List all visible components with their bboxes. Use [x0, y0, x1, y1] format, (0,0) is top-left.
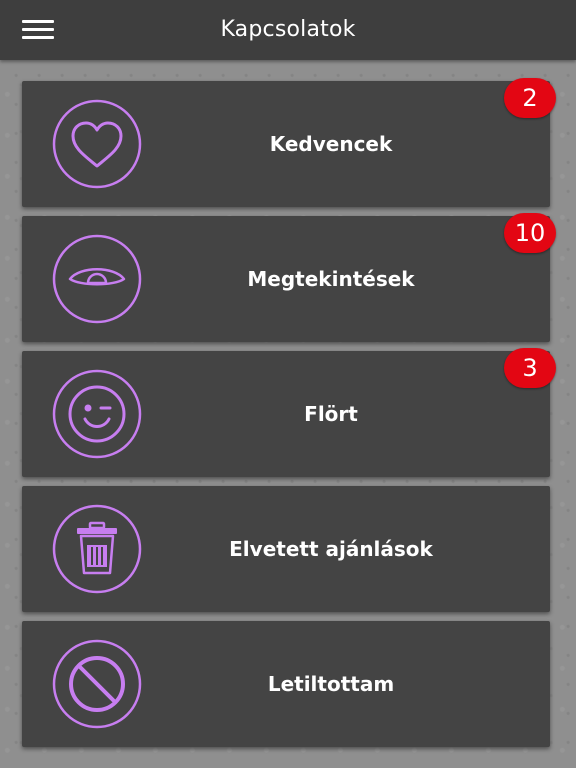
menu-item-label: Megtekintések: [247, 267, 415, 291]
app-header: Kapcsolatok: [0, 0, 576, 60]
menu-item-label: Kedvencek: [269, 132, 393, 156]
menu-item-label: Elvetett ajánlások: [229, 537, 433, 561]
menu-item-label: Letiltottam: [267, 672, 395, 696]
menu-item-views[interactable]: Megtekintések 10: [22, 213, 556, 342]
menu-item-blocked[interactable]: Letiltottam: [22, 621, 550, 747]
menu-item-flirt[interactable]: Flört 3: [22, 348, 556, 477]
contacts-menu-list: Kedvencek 2 Megtekintések 10 Flört 3 Elv…: [22, 78, 556, 756]
menu-item-dismissed-recommendations[interactable]: Elvetett ajánlások: [22, 486, 550, 612]
menu-item-favorites[interactable]: Kedvencek 2: [22, 78, 556, 207]
notification-badge: 10: [504, 213, 556, 253]
notification-badge: 2: [504, 78, 556, 118]
notification-badge: 3: [504, 348, 556, 388]
menu-item-label: Flört: [304, 402, 358, 426]
page-title: Kapcsolatok: [220, 17, 356, 42]
